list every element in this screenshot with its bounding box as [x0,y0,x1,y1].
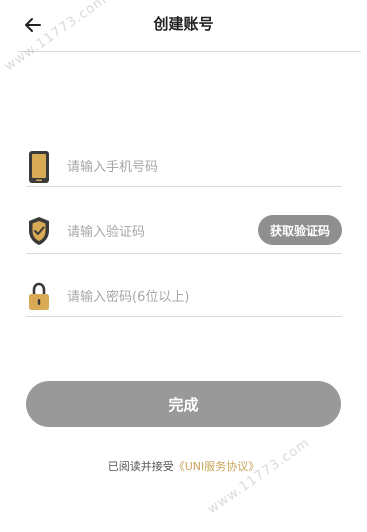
lock-icon [26,280,52,314]
phone-icon [26,150,52,184]
page-title: 创建账号 [153,15,214,33]
service-agreement-link[interactable]: 《UNI服务协议》 [174,460,260,473]
shield-check-icon [26,215,52,249]
code-field: 获取验证码 [26,215,342,261]
get-code-button[interactable]: 获取验证码 [258,215,342,245]
agreement-text: 已阅读并接受《UNI服务协议》 [0,458,367,474]
header-divider [18,51,361,52]
phone-field [26,150,342,196]
verification-code-input[interactable] [67,219,247,245]
phone-input[interactable] [67,154,247,180]
watermark: www.11773.com [205,435,313,518]
header: 创建账号 [0,0,367,52]
phone-divider [26,186,342,187]
password-field [26,280,342,326]
code-divider [26,253,342,254]
password-divider [26,316,342,317]
complete-button[interactable]: 完成 [26,381,341,427]
agreement-prefix: 已阅读并接受 [107,460,174,473]
password-input[interactable] [67,284,247,310]
